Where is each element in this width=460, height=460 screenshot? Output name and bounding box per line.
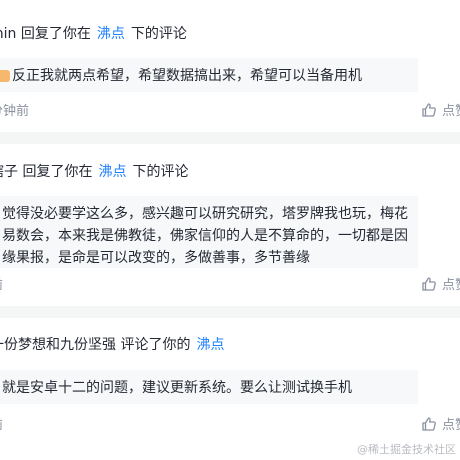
action-text: 回复了你在	[20, 26, 91, 42]
target-link[interactable]: 沸点	[196, 337, 224, 353]
comment-text: 反正我就两点希望，希望数据搞出来，希望可以当备用机	[12, 68, 362, 84]
notification-header: min 回复了你在沸点下的评论	[0, 24, 187, 44]
emoji-icon	[0, 70, 10, 82]
notification-card: 一份梦想和九份坚强 评论了你的 沸点 就是安卓十二的问题，建议更新系统。要么让测试…	[0, 318, 460, 460]
like-label: 点赞	[441, 278, 460, 293]
notification-list: min 回复了你在沸点下的评论 反正我就两点希望，希望数据搞出来，希望可以当备用…	[0, 0, 460, 460]
thumb-up-icon	[421, 276, 437, 292]
thumb-up-icon	[421, 416, 437, 432]
user-name[interactable]: min	[0, 26, 16, 42]
timestamp: 前	[0, 414, 3, 433]
timestamp: 前	[0, 274, 3, 293]
notification-card: min 回复了你在沸点下的评论 反正我就两点希望，希望数据搞出来，希望可以当备用…	[0, 0, 460, 132]
target-link[interactable]: 沸点	[98, 164, 126, 180]
comment-content[interactable]: 觉得没必要学这么多，感兴趣可以研究研究，塔罗牌我也玩，梅花易数会，本来我是佛教徒…	[0, 196, 418, 268]
comment-content[interactable]: 就是安卓十二的问题，建议更新系统。要么让测试换手机	[0, 370, 418, 404]
comment-text: 觉得没必要学这么多，感兴趣可以研究研究，塔罗牌我也玩，梅花易数会，本来我是佛教徒…	[2, 206, 408, 266]
action-text: 评论了你的	[120, 337, 191, 353]
like-label: 点赞	[441, 418, 460, 433]
notification-header: 一份梦想和九份坚强 评论了你的 沸点	[0, 335, 230, 355]
like-button[interactable]: 点赞	[421, 274, 460, 293]
user-name[interactable]: 瞎子	[0, 164, 18, 180]
timestamp: 分钟前	[0, 104, 30, 119]
notification-card: 瞎子 回复了你在沸点下的评论 觉得没必要学这么多，感兴趣可以研究研究，塔罗牌我也…	[0, 144, 460, 306]
target-link[interactable]: 沸点	[97, 26, 125, 42]
suffix-text: 下的评论	[130, 26, 187, 42]
like-button[interactable]: 点赞	[421, 414, 460, 433]
comment-text: 就是安卓十二的问题，建议更新系统。要么让测试换手机	[2, 380, 352, 396]
comment-content[interactable]: 反正我就两点希望，希望数据搞出来，希望可以当备用机	[0, 58, 418, 92]
notification-header: 瞎子 回复了你在沸点下的评论	[0, 162, 188, 182]
like-button[interactable]: 点赞	[421, 100, 460, 119]
thumb-up-icon	[421, 102, 437, 118]
like-label: 点赞	[441, 104, 460, 119]
watermark: @稀土掘金技术社区	[357, 443, 456, 456]
action-text: 回复了你在	[22, 164, 93, 180]
user-name[interactable]: 一份梦想和九份坚强	[0, 337, 116, 353]
suffix-text: 下的评论	[132, 164, 189, 180]
